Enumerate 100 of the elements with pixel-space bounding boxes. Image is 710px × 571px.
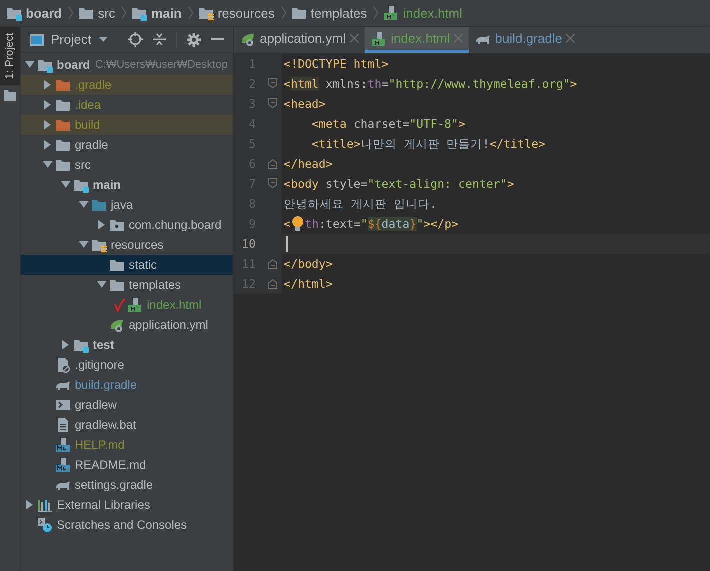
breadcrumb-item[interactable]: src [78, 5, 118, 21]
fold-marker-icon[interactable] [268, 278, 278, 290]
folder-icon [109, 217, 125, 233]
chevron-icon [188, 6, 194, 20]
chevron-icon [280, 6, 287, 20]
folder-icon [91, 237, 107, 253]
locate-icon[interactable] [128, 32, 144, 47]
collapse-arrow-icon[interactable] [62, 340, 70, 350]
project-view-icon [29, 32, 45, 46]
tree-item[interactable]: main [21, 175, 233, 195]
html-file-icon [127, 297, 143, 313]
breadcrumb-item[interactable]: index.html [383, 5, 465, 21]
settings-icon[interactable] [187, 32, 202, 46]
minimize-icon[interactable] [211, 38, 224, 41]
expand-arrow-icon[interactable] [79, 201, 89, 209]
folder-icon [4, 89, 16, 102]
breadcrumb-item[interactable]: main [131, 5, 184, 21]
code-text: </head> [284, 157, 333, 171]
code-text: <html xmlns:th="http://www.thymeleaf.org"> [284, 77, 578, 91]
chevron-icon [121, 6, 128, 20]
folder-icon [73, 177, 89, 193]
code-text: </body> [284, 257, 333, 271]
collapse-arrow-icon[interactable] [98, 220, 106, 230]
tree-item[interactable]: README.md [21, 455, 233, 475]
tree-item[interactable]: resources [21, 235, 233, 255]
code-text: <!DOCTYPE html> [284, 57, 389, 71]
line-number: 10 [241, 237, 256, 251]
markdown-file-icon [55, 437, 71, 453]
tree-item[interactable]: gradle [21, 135, 233, 155]
editor-tab[interactable]: build.gradle [469, 27, 582, 53]
folder-icon [109, 277, 125, 293]
folder-icon [109, 257, 125, 273]
tree-item[interactable]: src [21, 155, 233, 175]
editor-tab[interactable]: application.yml [234, 27, 365, 53]
folder-icon [78, 5, 94, 21]
collapse-arrow-icon[interactable] [44, 120, 52, 130]
collapse-arrow-icon[interactable] [44, 100, 52, 110]
folder-icon [55, 97, 71, 113]
tree-item[interactable]: build.gradle [21, 375, 233, 395]
tree-item[interactable]: gradlew.bat [21, 415, 233, 435]
code-text: <meta charset="UTF-8"> [310, 117, 466, 131]
html-file-icon [383, 5, 400, 21]
code-text: < [284, 217, 291, 231]
tree-item[interactable]: java [21, 195, 233, 215]
dropdown-caret-icon[interactable] [99, 36, 108, 42]
tree-item[interactable]: HELP.md [21, 435, 233, 455]
tree-item[interactable]: templates [21, 275, 233, 295]
tree-item[interactable]: Scratches and Consoles [21, 515, 233, 535]
tree-item[interactable]: index.html [21, 295, 233, 315]
code-text: th:text="${data}"></p> [304, 217, 459, 231]
folder-icon [37, 57, 53, 73]
folder-icon [91, 197, 107, 213]
tree-item[interactable]: .gitignore [21, 355, 233, 375]
expand-arrow-icon[interactable] [61, 181, 71, 189]
leaf-gear-icon [109, 317, 125, 333]
html-file-icon [371, 30, 387, 46]
tree-item[interactable]: com.chung.board [21, 215, 233, 235]
fold-marker-icon[interactable] [268, 258, 278, 270]
panel-title: Project [51, 32, 92, 47]
tree-item[interactable]: settings.gradle [21, 475, 233, 495]
folder-icon [55, 157, 71, 173]
expand-arrow-icon[interactable] [43, 161, 53, 169]
expand-arrow-icon[interactable] [79, 241, 89, 249]
breadcrumb-item[interactable]: resources [198, 5, 277, 21]
libraries-icon [37, 497, 53, 513]
fold-marker-icon[interactable] [268, 98, 278, 110]
path-hint: C:₩Users₩user₩Desktop [95, 59, 228, 71]
terminal-icon [55, 397, 71, 413]
tree-item[interactable]: .idea [21, 95, 233, 115]
collapse-arrow-icon[interactable] [44, 80, 52, 90]
tree-item[interactable]: board C:₩Users₩user₩Desktop [21, 55, 233, 75]
text-file-icon [55, 417, 71, 433]
fold-marker-icon[interactable] [268, 158, 278, 170]
file-ignore-icon [55, 357, 71, 373]
fold-marker-icon[interactable] [268, 178, 278, 190]
collapse-arrow-icon[interactable] [26, 500, 34, 510]
collapse-all-icon[interactable] [153, 33, 166, 46]
tree-item[interactable]: static [21, 255, 233, 275]
tree-item[interactable]: test [21, 335, 233, 355]
expand-arrow-icon[interactable] [97, 281, 107, 289]
chevron-icon [68, 6, 74, 20]
folder-icon [55, 137, 71, 153]
folder-icon [55, 117, 71, 133]
markdown-file-icon [55, 457, 71, 473]
breadcrumb-item[interactable]: board [6, 5, 64, 21]
folder-icon [131, 5, 148, 21]
collapse-arrow-icon[interactable] [44, 140, 52, 150]
lightbulb-icon[interactable] [290, 216, 305, 232]
breadcrumb-item[interactable]: templates [290, 5, 370, 21]
code-text: <body style="text-align: center"> [284, 177, 514, 191]
code-text: <head> [284, 97, 326, 111]
expand-arrow-icon[interactable] [25, 61, 35, 69]
tree-item[interactable]: gradlew [21, 395, 233, 415]
scratch-clock-icon [37, 517, 53, 533]
fold-marker-icon[interactable] [268, 78, 278, 90]
tree-item[interactable]: External Libraries [21, 495, 233, 515]
tool-window-tab[interactable]: 1: Project [0, 27, 20, 86]
folder-icon [55, 77, 71, 93]
folder-icon [6, 5, 22, 21]
tree-item[interactable]: application.yml [21, 315, 233, 335]
